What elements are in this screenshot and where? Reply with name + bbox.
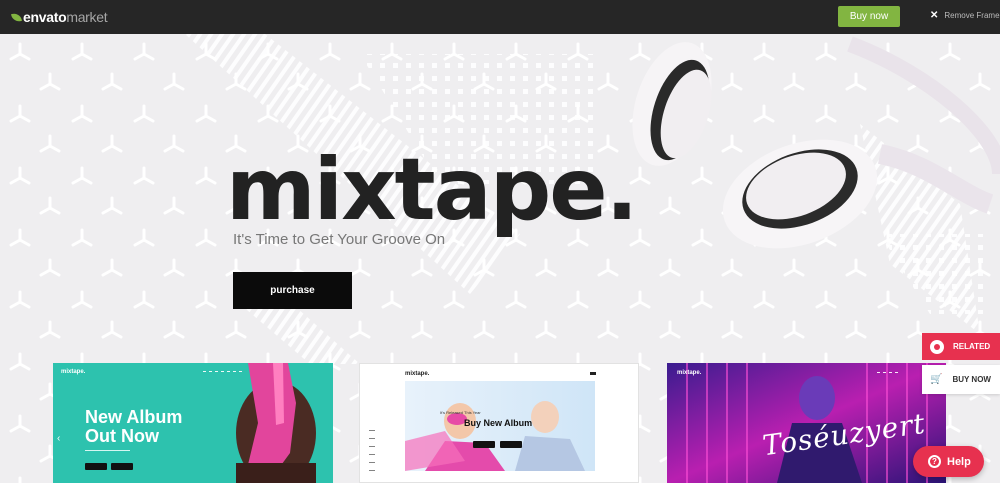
- google-play-badge: [111, 463, 133, 470]
- help-icon: ?: [928, 455, 941, 468]
- headphones-image: [632, 36, 1000, 249]
- arrow-left-icon[interactable]: ‹: [57, 433, 60, 444]
- envato-market-logo[interactable]: envato market: [10, 9, 108, 25]
- heading-line-2: Out Now: [85, 426, 159, 446]
- close-icon: ✕: [930, 10, 939, 21]
- demo-thumbnail-3[interactable]: mixtape. ▬▬▬▬ Toséuzyert: [667, 363, 946, 483]
- related-button[interactable]: RELATED: [922, 333, 1000, 360]
- thumbnail-nav: ▬▬▬▬: [877, 370, 901, 374]
- help-button[interactable]: ? Help: [913, 446, 984, 477]
- thumbnail-brand: mixtape.: [677, 370, 702, 376]
- google-play-badge: [500, 441, 522, 448]
- demo-thumbnail-2[interactable]: mixtape. ▬▬ ▬▬ ▬▬ ▬▬ ▬▬ ▬▬ It's Released This…: [359, 363, 639, 483]
- envato-topbar: envato market Buy now ✕ Remove Frame: [0, 0, 1000, 34]
- side-buy-now-label: BUY NOW: [952, 375, 991, 384]
- thumbnail-brand: mixtape.: [405, 371, 430, 377]
- app-store-badge: [85, 463, 107, 470]
- envato-leaf-icon: [10, 11, 23, 23]
- hero-subtitle: It's Time to Get Your Groove On: [233, 231, 446, 248]
- album-small-text: It's Released This Year: [440, 410, 481, 415]
- demo-thumbnail-1[interactable]: mixtape. ▬▬▬▬▬▬▬ New Album Out Now ▬▬▬▬▬…: [53, 363, 333, 483]
- side-buy-now-button[interactable]: 🛒 BUY NOW: [922, 365, 1000, 394]
- cart-icon: 🛒: [930, 374, 943, 385]
- album-heading: Buy New Album: [464, 418, 533, 428]
- remove-frame-label: Remove Frame: [944, 11, 1000, 20]
- heading-line-1: New Album: [85, 407, 183, 427]
- portrait-image: [236, 363, 316, 483]
- thumbnail-brand: mixtape.: [61, 369, 86, 375]
- logo-envato-text: envato: [23, 9, 67, 25]
- thumbnail-text: ▬▬▬▬▬▬▬▬▬▬▬▬▬▬▬: [85, 448, 130, 452]
- remove-frame-link[interactable]: ✕ Remove Frame: [930, 10, 1000, 21]
- help-label: Help: [947, 455, 971, 468]
- thumbnail-heading: New Album Out Now: [85, 408, 182, 446]
- page-title: mixtape.: [226, 140, 638, 240]
- purchase-button[interactable]: purchase: [233, 272, 352, 309]
- related-icon: [930, 339, 944, 354]
- menu-icon: [590, 372, 596, 375]
- related-label: RELATED: [953, 342, 991, 351]
- logo-market-text: market: [66, 9, 108, 25]
- buy-now-button[interactable]: Buy now: [838, 6, 900, 27]
- app-store-badge: [473, 441, 495, 448]
- thumbnail-sidebar: ▬▬ ▬▬ ▬▬ ▬▬ ▬▬ ▬▬: [369, 428, 375, 472]
